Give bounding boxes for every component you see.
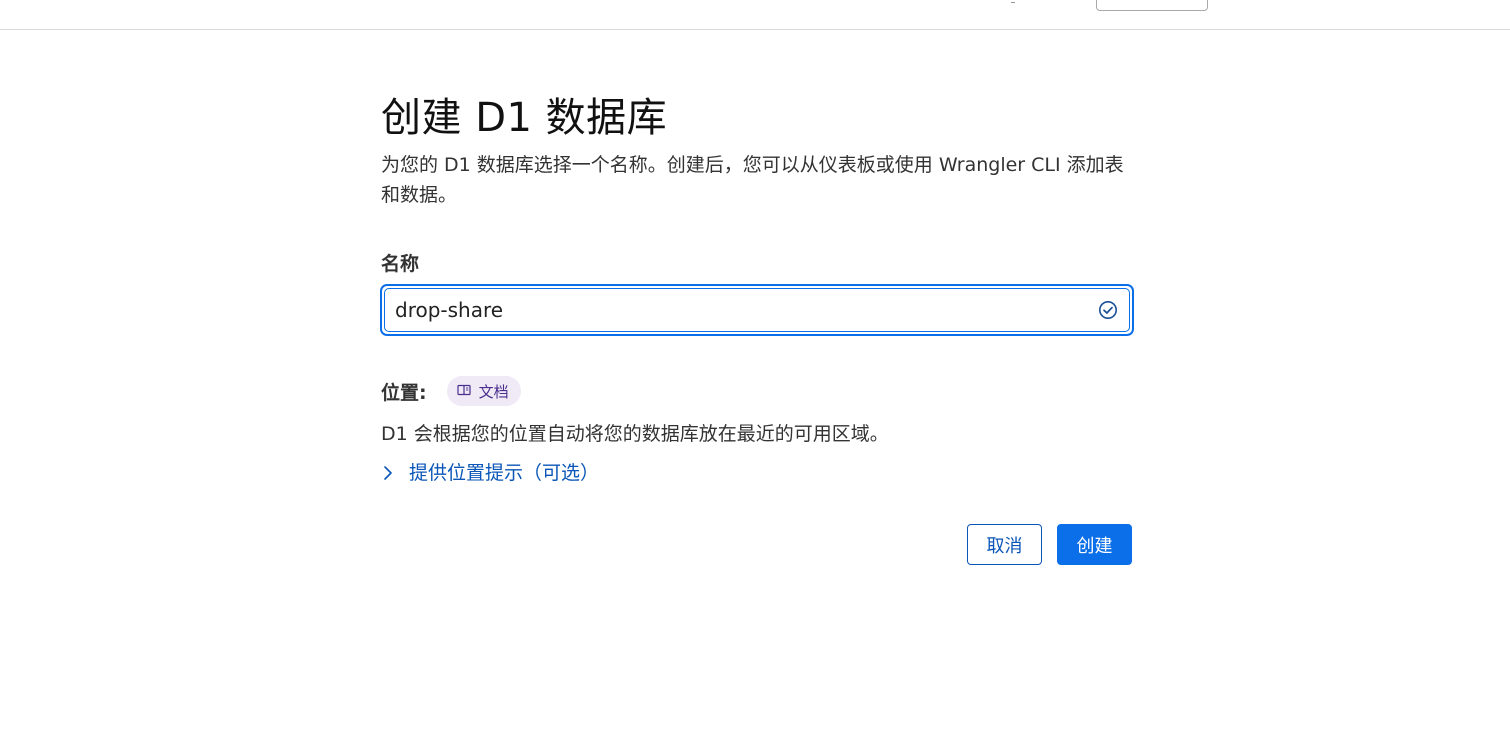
name-input-inner xyxy=(384,288,1130,332)
location-row: 位置: 文档 xyxy=(381,376,1133,406)
create-button[interactable]: 创建 xyxy=(1057,524,1132,565)
chevron-right-icon xyxy=(381,464,395,482)
top-bar-partial-mark xyxy=(1011,0,1015,3)
location-label: 位置: xyxy=(381,381,427,404)
top-navigation-bar xyxy=(0,0,1510,30)
top-bar-button[interactable] xyxy=(1096,0,1208,11)
database-name-input[interactable] xyxy=(395,289,1097,331)
create-database-form: 创建 D1 数据库 为您的 D1 数据库选择一个名称。创建后，您可以从仪表板或使… xyxy=(380,92,1134,486)
docs-link-badge[interactable]: 文档 xyxy=(446,376,521,406)
check-circle-icon xyxy=(1097,299,1119,321)
docs-badge-label: 文档 xyxy=(478,382,509,401)
name-input-container xyxy=(380,284,1134,336)
page-description: 为您的 D1 数据库选择一个名称。创建后，您可以从仪表板或使用 Wrangler… xyxy=(381,154,1124,206)
location-description: D1 会根据您的位置自动将您的数据库放在最近的可用区域。 xyxy=(381,423,889,445)
page-title: 创建 D1 数据库 xyxy=(381,95,668,141)
location-hint-toggle[interactable]: 提供位置提示（可选） xyxy=(381,460,599,486)
book-icon xyxy=(457,382,471,400)
name-field-label: 名称 xyxy=(381,253,420,275)
location-hint-label: 提供位置提示（可选） xyxy=(409,462,600,484)
cancel-button[interactable]: 取消 xyxy=(967,524,1042,565)
form-actions: 取消 创建 xyxy=(967,524,1132,565)
